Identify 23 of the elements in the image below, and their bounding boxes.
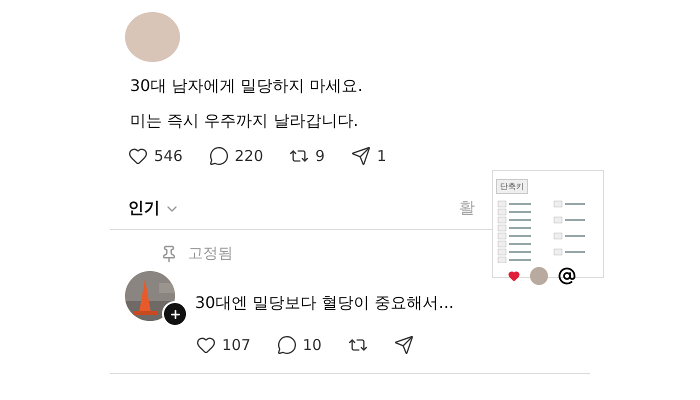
reply-button[interactable]: 220 <box>208 146 264 166</box>
threads-logo-icon[interactable] <box>558 267 576 285</box>
paper-plane-icon <box>350 146 371 166</box>
like-button[interactable]: 107 <box>196 335 251 355</box>
reply-button[interactable]: 10 <box>276 335 322 355</box>
like-button[interactable]: 546 <box>128 146 183 166</box>
speech-bubble-icon <box>208 146 229 166</box>
pinned-label: 고정됨 <box>188 244 233 263</box>
share-button[interactable] <box>394 335 414 355</box>
popup-title: 단축키 <box>496 179 528 194</box>
heart-icon <box>196 335 216 355</box>
heart-icon <box>128 146 148 166</box>
speech-bubble-icon <box>276 335 297 355</box>
heart-icon <box>508 270 520 282</box>
paper-plane-icon <box>394 335 414 355</box>
post-text: 30대 남자에게 밀당하지 마세요. <box>129 75 364 97</box>
sort-dropdown[interactable]: 인기 <box>128 198 180 219</box>
repost-button[interactable]: 9 <box>289 146 325 166</box>
post-text: 미는 즉시 우주까지 날라갑니다. <box>129 110 360 132</box>
plus-icon <box>168 308 182 320</box>
share-button[interactable]: 1 <box>350 146 386 166</box>
post-text: 30대엔 밀당보다 혈당이 중요해서... <box>194 292 454 314</box>
pin-icon <box>160 244 178 262</box>
